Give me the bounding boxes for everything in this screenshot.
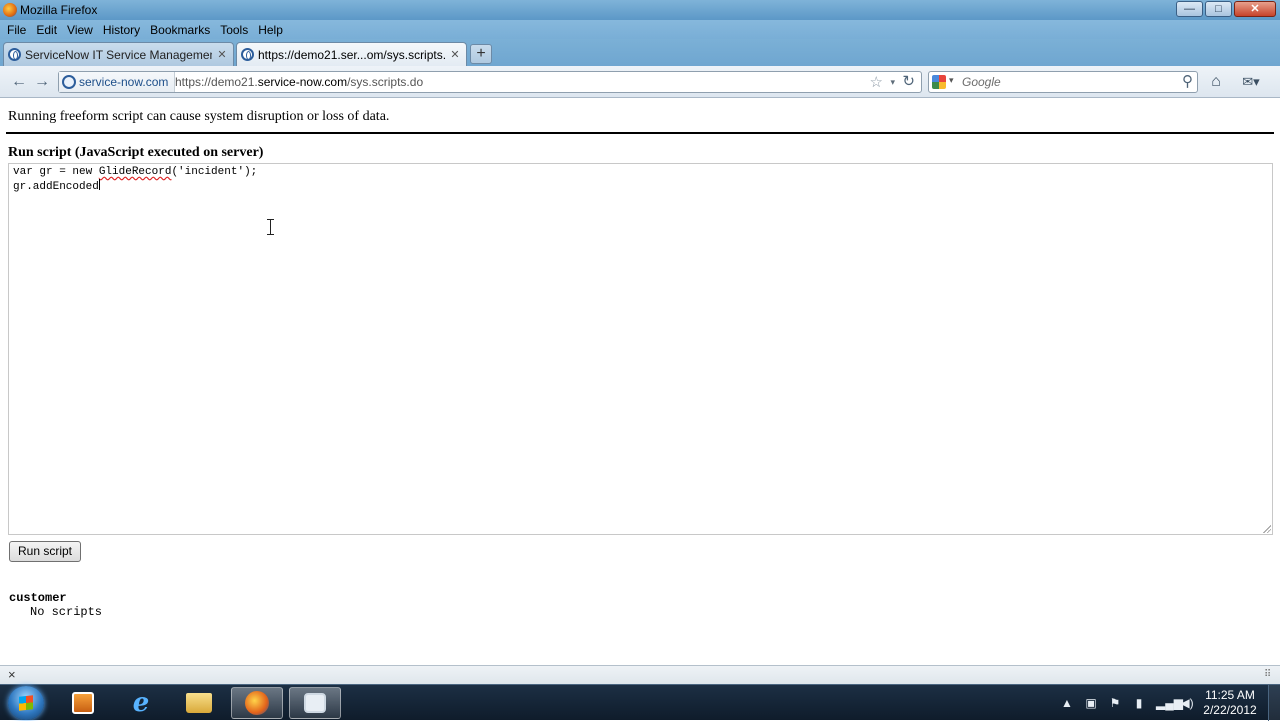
- url-history-dropdown-icon[interactable]: ▾: [890, 74, 895, 90]
- url-path: /sys.scripts.do: [347, 75, 424, 89]
- taskbar-window[interactable]: [289, 687, 341, 719]
- url-text[interactable]: https://demo21.service-now.com/sys.scrip…: [175, 72, 423, 92]
- menu-bookmarks[interactable]: Bookmarks: [145, 23, 215, 37]
- tab-label: https://demo21.ser...om/sys.scripts.do: [258, 47, 445, 62]
- menu-history[interactable]: History: [98, 23, 145, 37]
- menu-edit[interactable]: Edit: [31, 23, 62, 37]
- window-title: Mozilla Firefox: [20, 3, 98, 17]
- close-window-button[interactable]: ✕: [1234, 1, 1276, 17]
- address-bar[interactable]: service-now.com https://demo21.service-n…: [58, 71, 922, 93]
- window-titlebar: Mozilla Firefox — □ ✕: [0, 0, 1280, 20]
- menu-help[interactable]: Help: [253, 23, 288, 37]
- volume-icon[interactable]: ◀): [1180, 696, 1194, 710]
- menu-bar: File Edit View History Bookmarks Tools H…: [0, 20, 1280, 39]
- feedback-icon[interactable]: ✉▾: [1236, 72, 1266, 92]
- menu-tools[interactable]: Tools: [215, 23, 253, 37]
- page-content: Running freeform script can cause system…: [0, 99, 1280, 665]
- globe-icon: [62, 75, 76, 89]
- script-line-1: var gr = new GlideRecord('incident');: [13, 165, 1268, 179]
- script-token: ('incident');: [171, 166, 258, 178]
- url-domain: service-now.com: [257, 75, 348, 89]
- globe-icon: [241, 48, 254, 61]
- taskbar-media-player[interactable]: [57, 687, 109, 719]
- tab-label: ServiceNow IT Service Management S...: [25, 47, 212, 62]
- resize-handle-icon[interactable]: [1262, 524, 1271, 533]
- resize-grip-icon[interactable]: ⠿: [1264, 669, 1276, 681]
- display-icon[interactable]: ▣: [1084, 696, 1098, 710]
- divider: [6, 132, 1274, 134]
- script-token: var gr = new: [13, 166, 99, 178]
- firefox-icon: [3, 3, 17, 17]
- tab-servicenow-itsm[interactable]: ServiceNow IT Service Management S... ✕: [3, 42, 234, 66]
- clock-date: 2/22/2012: [1203, 703, 1257, 717]
- tab-sys-scripts[interactable]: https://demo21.ser...om/sys.scripts.do ✕: [236, 42, 467, 66]
- scope-status: No scripts: [30, 605, 103, 619]
- window-icon: [304, 693, 326, 713]
- battery-icon[interactable]: ▮: [1132, 696, 1146, 710]
- search-bar[interactable]: ▾ Google ⚲: [928, 71, 1198, 93]
- clock-time: 11:25 AM: [1205, 688, 1255, 702]
- google-icon[interactable]: [932, 75, 946, 89]
- maximize-button[interactable]: □: [1205, 1, 1232, 17]
- search-engine-dropdown-icon[interactable]: ▾: [949, 75, 954, 86]
- window-controls: — □ ✕: [1176, 1, 1276, 17]
- show-desktop-button[interactable]: [1268, 685, 1280, 721]
- script-textarea[interactable]: var gr = new GlideRecord('incident'); gr…: [8, 163, 1273, 535]
- search-input[interactable]: Google: [962, 72, 1001, 92]
- back-button[interactable]: ←: [8, 72, 30, 92]
- search-icon[interactable]: ⚲: [1182, 72, 1193, 92]
- taskbar-firefox[interactable]: [231, 687, 283, 719]
- home-icon[interactable]: ⌂: [1204, 72, 1228, 92]
- globe-icon: [8, 48, 21, 61]
- show-hidden-icons-icon[interactable]: ▲: [1060, 696, 1074, 710]
- url-prefix: https://demo21.: [175, 75, 258, 89]
- windows-taskbar: e ▲ ▣ ⚑ ▮ ▂▄▆ ◀) 11:25 AM 2/22/2012: [0, 684, 1280, 721]
- taskbar-explorer[interactable]: [173, 687, 225, 719]
- folder-icon: [186, 693, 212, 713]
- menu-view[interactable]: View: [62, 23, 98, 37]
- site-identity-button[interactable]: service-now.com: [59, 72, 176, 92]
- network-icon[interactable]: ▂▄▆: [1156, 696, 1183, 710]
- addon-bar: × ⠿: [0, 665, 1280, 684]
- spellcheck-token: GlideRecord: [98, 166, 172, 178]
- warning-message: Running freeform script can cause system…: [8, 109, 390, 124]
- close-icon[interactable]: ✕: [448, 48, 462, 62]
- script-token: gr.addEncoded: [13, 181, 99, 193]
- action-center-icon[interactable]: ⚑: [1108, 696, 1122, 710]
- minimize-button[interactable]: —: [1176, 1, 1203, 17]
- new-tab-button[interactable]: +: [470, 44, 492, 64]
- taskbar-internet-explorer[interactable]: e: [115, 687, 167, 719]
- internet-explorer-icon: e: [132, 688, 150, 718]
- reload-icon[interactable]: ↻: [902, 72, 915, 92]
- site-identity-label: service-now.com: [79, 75, 169, 89]
- bookmark-star-icon[interactable]: ☆: [870, 73, 883, 91]
- page-heading: Run script (JavaScript executed on serve…: [8, 145, 264, 160]
- run-script-button[interactable]: Run script: [9, 541, 82, 562]
- script-line-2: gr.addEncoded: [13, 179, 1268, 193]
- scope-name: customer: [9, 591, 67, 605]
- text-caret: [98, 179, 100, 190]
- mouse-cursor-icon: [266, 219, 276, 235]
- navigation-toolbar: ← → service-now.com https://demo21.servi…: [0, 66, 1280, 98]
- start-button[interactable]: [8, 686, 44, 720]
- close-addon-bar-icon[interactable]: ×: [8, 666, 16, 684]
- forward-button[interactable]: →: [31, 72, 53, 92]
- menu-file[interactable]: File: [2, 23, 31, 37]
- firefox-icon: [245, 691, 269, 715]
- media-player-icon: [72, 692, 94, 714]
- clock[interactable]: 11:25 AM 2/22/2012: [1200, 688, 1260, 718]
- system-tray: ▲ ▣ ⚑ ▮ ▂▄▆ ◀): [1060, 685, 1194, 721]
- close-icon[interactable]: ✕: [215, 48, 229, 62]
